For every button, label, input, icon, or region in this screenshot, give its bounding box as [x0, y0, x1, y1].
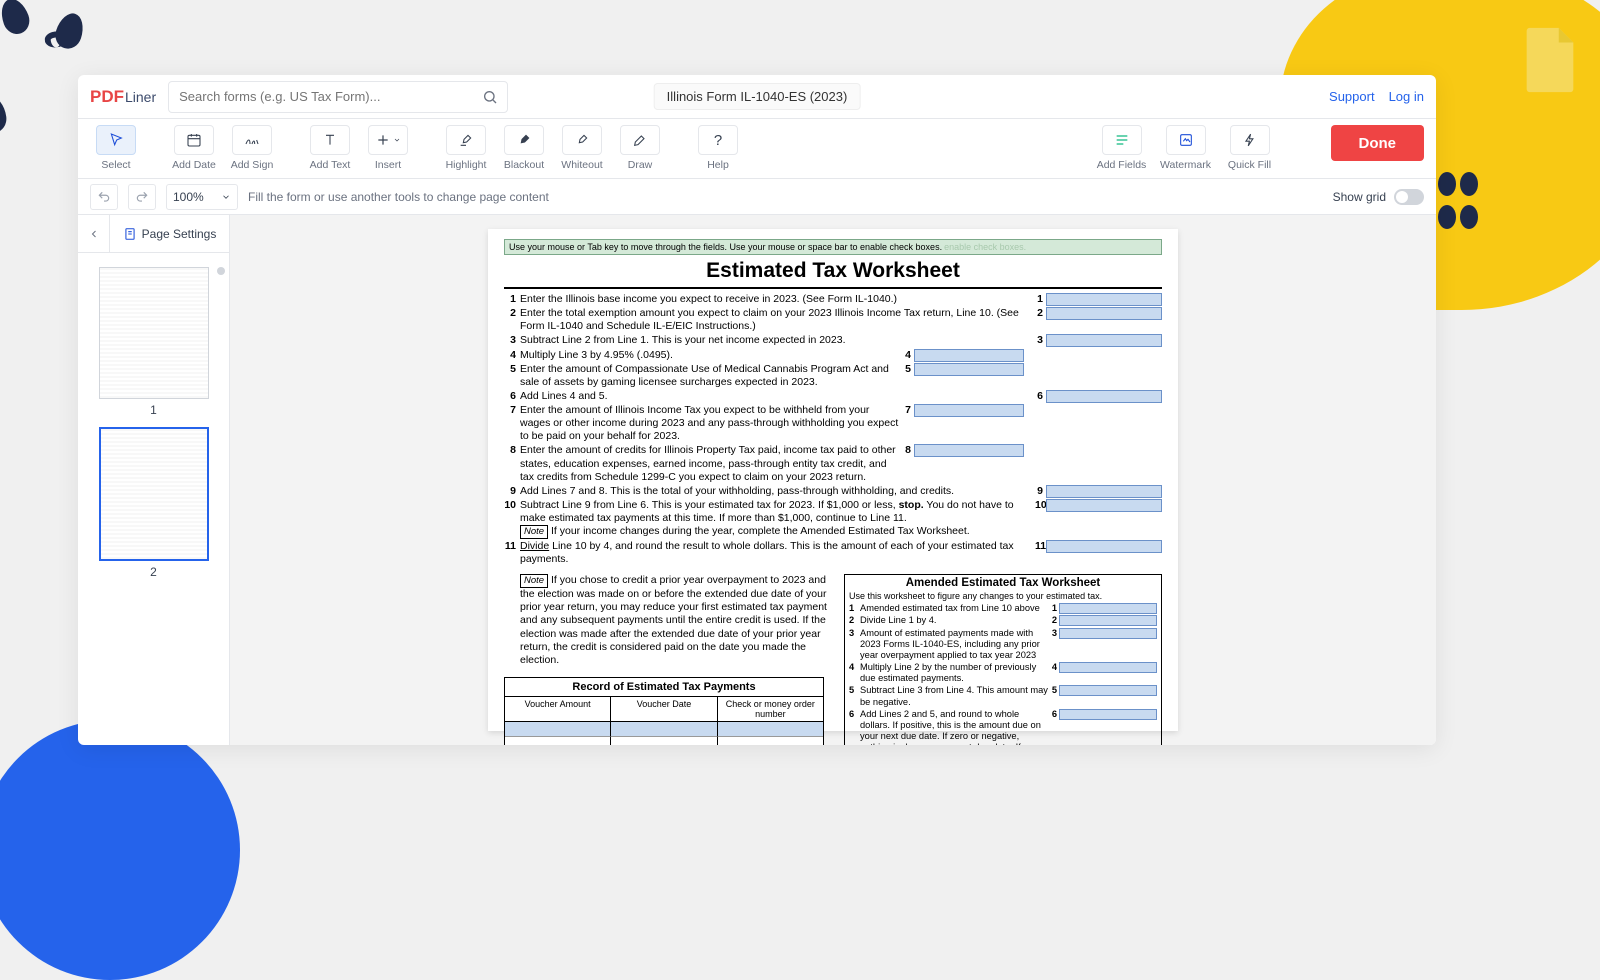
whiteout-icon: [574, 132, 590, 148]
amend-field-4[interactable]: [1059, 662, 1157, 673]
field-6[interactable]: [1046, 390, 1162, 403]
amend-field-6[interactable]: [1059, 709, 1157, 720]
page-settings-icon: [123, 227, 137, 241]
undo-icon: [97, 190, 111, 204]
show-grid-label: Show grid: [1333, 190, 1386, 204]
done-button[interactable]: Done: [1331, 125, 1425, 161]
top-links: Support Log in: [1329, 89, 1424, 104]
rec-cell[interactable]: [718, 737, 823, 745]
tool-highlight[interactable]: Highlight: [440, 125, 492, 171]
undo-button[interactable]: [90, 184, 118, 210]
tool-insert[interactable]: Insert: [362, 125, 414, 171]
sidebar-head: Page Settings: [78, 215, 229, 253]
field-4[interactable]: [914, 349, 1024, 362]
login-link[interactable]: Log in: [1389, 89, 1424, 104]
thumb-label-1: 1: [86, 403, 221, 417]
tool-add-date[interactable]: Add Date: [168, 125, 220, 171]
support-link[interactable]: Support: [1329, 89, 1375, 104]
field-2[interactable]: [1046, 307, 1162, 320]
chevron-left-icon: [88, 228, 100, 240]
thumb-label-2: 2: [86, 565, 221, 579]
field-1[interactable]: [1046, 293, 1162, 306]
watermark-icon: [1178, 132, 1194, 148]
field-7[interactable]: [914, 404, 1024, 417]
tool-add-fields[interactable]: Add Fields: [1093, 125, 1151, 171]
record-table: Record of Estimated Tax Payments Voucher…: [504, 677, 824, 745]
redo-button[interactable]: [128, 184, 156, 210]
signature-icon: [244, 132, 260, 148]
question-icon: ?: [714, 132, 722, 149]
fields-icon: [1114, 132, 1130, 148]
page-title: Estimated Tax Worksheet: [504, 259, 1162, 283]
field-10[interactable]: [1046, 499, 1162, 512]
amend-field-3[interactable]: [1059, 628, 1157, 639]
thumb-page-2[interactable]: [99, 427, 209, 561]
thumbnails: 1 2: [78, 253, 229, 745]
field-9[interactable]: [1046, 485, 1162, 498]
bg-blob-blue: [0, 720, 240, 980]
amend-field-5[interactable]: [1059, 685, 1157, 696]
topbar: PDFLiner Illinois Form IL-1040-ES (2023)…: [78, 75, 1436, 119]
tool-select[interactable]: Select: [90, 125, 142, 171]
chevron-down-icon: [221, 192, 231, 202]
field-5[interactable]: [914, 363, 1024, 376]
canvas[interactable]: Use your mouse or Tab key to move throug…: [230, 215, 1436, 745]
search-wrap: [168, 81, 508, 113]
zoom-select[interactable]: 100%: [166, 184, 238, 210]
tool-add-sign[interactable]: Add Sign: [226, 125, 278, 171]
search-icon: [482, 89, 498, 105]
field-8[interactable]: [914, 444, 1024, 457]
field-11[interactable]: [1046, 540, 1162, 553]
tool-whiteout[interactable]: Whiteout: [556, 125, 608, 171]
rec-cell[interactable]: [611, 722, 717, 737]
thumb-page-1[interactable]: [99, 267, 209, 399]
subbar-hint: Fill the form or use another tools to ch…: [248, 190, 549, 204]
rec-cell[interactable]: [505, 722, 611, 737]
amend-field-1[interactable]: [1059, 603, 1157, 614]
document-title: Illinois Form IL-1040-ES (2023): [654, 83, 861, 110]
toolbar: Select Add Date Add Sign Add Text Insert: [78, 119, 1436, 179]
instruction-bar: Use your mouse or Tab key to move throug…: [504, 239, 1162, 255]
app-window: PDFLiner Illinois Form IL-1040-ES (2023)…: [78, 75, 1436, 745]
rec-cell[interactable]: [505, 737, 611, 745]
blackout-icon: [516, 132, 532, 148]
field-3[interactable]: [1046, 334, 1162, 347]
tool-add-text[interactable]: Add Text: [304, 125, 356, 171]
highlighter-icon: [458, 132, 474, 148]
cursor-icon: [108, 132, 124, 148]
tool-draw[interactable]: Draw: [614, 125, 666, 171]
body: Page Settings 1 2 Use your mouse or Tab …: [78, 215, 1436, 745]
scroll-indicator: [217, 267, 225, 275]
search-input[interactable]: [168, 81, 508, 113]
tool-help[interactable]: ? Help: [692, 125, 744, 171]
amended-worksheet: Amended Estimated Tax Worksheet Use this…: [844, 574, 1162, 745]
logo: PDFLiner: [90, 87, 156, 107]
chevron-down-icon: [393, 136, 401, 144]
bg-navy-shapes-right: [1436, 170, 1480, 236]
calendar-icon: [186, 132, 202, 148]
subbar: 100% Fill the form or use another tools …: [78, 179, 1436, 215]
rec-cell[interactable]: [718, 722, 823, 737]
bolt-icon: [1243, 132, 1257, 148]
text-icon: [322, 132, 338, 148]
rec-cell[interactable]: [611, 737, 717, 745]
page-settings-button[interactable]: Page Settings: [110, 227, 229, 241]
show-grid-toggle[interactable]: [1394, 189, 1424, 205]
tool-watermark[interactable]: Watermark: [1157, 125, 1215, 171]
brush-icon: [632, 132, 648, 148]
bg-pdf-icon: [1520, 25, 1580, 95]
tool-blackout[interactable]: Blackout: [498, 125, 550, 171]
amend-field-2[interactable]: [1059, 615, 1157, 626]
plus-icon: [375, 132, 391, 148]
sidebar: Page Settings 1 2: [78, 215, 230, 745]
redo-icon: [135, 190, 149, 204]
pdf-page: Use your mouse or Tab key to move throug…: [488, 229, 1178, 731]
tool-quick-fill[interactable]: Quick Fill: [1221, 125, 1279, 171]
sidebar-collapse-button[interactable]: [78, 215, 110, 252]
